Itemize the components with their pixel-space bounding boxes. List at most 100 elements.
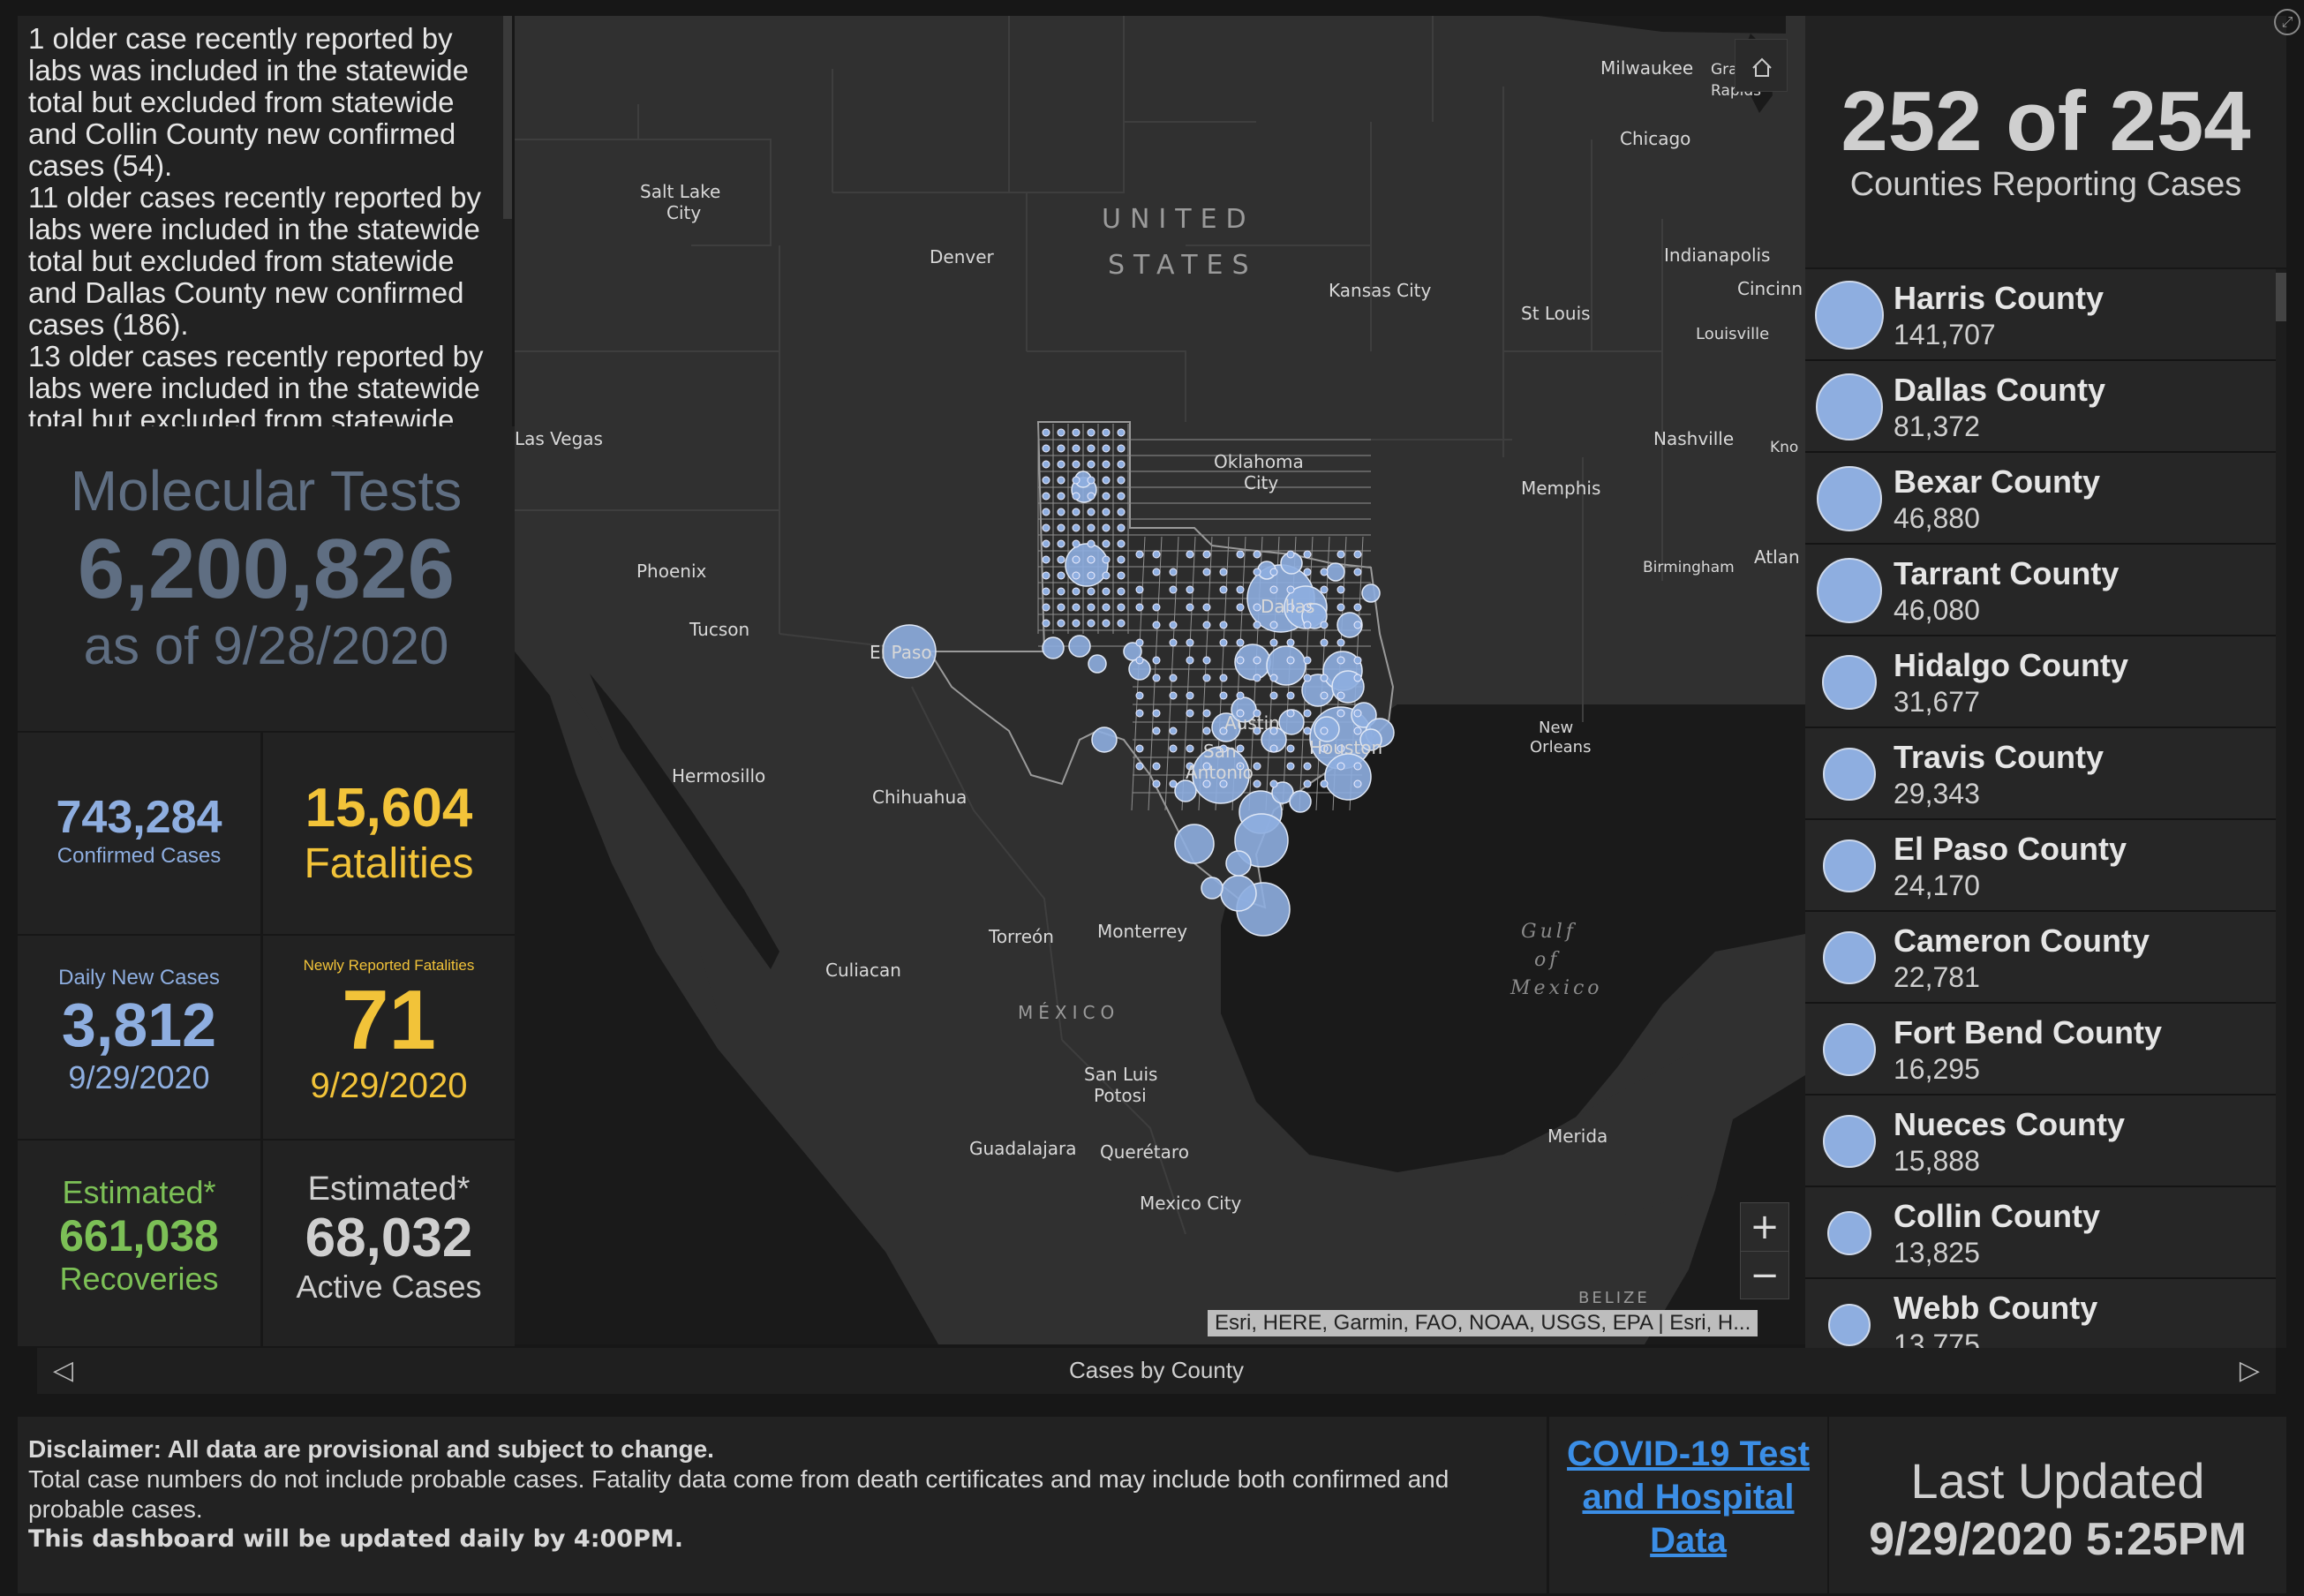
tab-cases-by-county[interactable]: Cases by County [37,1357,2276,1384]
county-case-dot [1236,638,1245,647]
county-case-dot [1186,585,1194,594]
county-case-dot [1353,656,1362,665]
county-case-dot [1169,568,1178,576]
county-case-dot [1042,492,1050,501]
cases-map[interactable]: Milwaukee Gra Rapids Chicago Salt Lake C… [515,16,1805,1344]
county-case-dot [1087,539,1096,548]
county-case-dot [1186,603,1194,612]
county-row[interactable]: Travis County 29,343 [1805,728,2286,820]
county-case-bubble [1201,877,1224,900]
county-case-dot [1072,444,1080,453]
county-case-dot [1102,603,1111,612]
county-case-dot [1169,726,1178,735]
county-row[interactable]: Harris County 141,707 [1805,269,2286,361]
county-case-dot [1202,726,1211,735]
molecular-tests-date: as of 9/28/2020 [83,616,449,675]
county-case-dot [1219,691,1228,700]
disclaimer-lead-rest: : All data are provisional and subject t… [153,1435,714,1463]
disclaimer-lead: Disclaimer [28,1435,154,1463]
county-case-bubble [1065,543,1109,587]
disclaimer-panel: Disclaimer: All data are provisional and… [18,1417,1547,1593]
county-case-dot [1202,550,1211,559]
county-list-scrollbar[interactable] [2276,269,2286,1348]
county-case-dot [1353,550,1362,559]
country-label-states: STATES [1108,250,1258,281]
zoom-out-button[interactable]: − [1741,1251,1788,1299]
county-case-dot [1320,674,1329,682]
country-label-united: UNITED [1102,204,1255,235]
county-case-dot [1152,726,1161,735]
city-label-monterrey: Monterrey [1097,921,1187,942]
county-case-dot [1072,460,1080,469]
county-case-dot [1219,674,1228,682]
county-case-dot [1286,656,1295,665]
city-label-chicago: Chicago [1620,128,1690,149]
fullscreen-icon[interactable]: ⤢ [2274,9,2300,35]
county-row[interactable]: El Paso County 24,170 [1805,820,2286,912]
map-attribution[interactable]: Esri, HERE, Garmin, FAO, NOAA, USGS, EPA… [1208,1310,1758,1336]
county-row[interactable]: Hidalgo County 31,677 [1805,636,2286,728]
county-row[interactable]: Fort Bend County 16,295 [1805,1004,2286,1095]
fatalities-label: Fatalities [304,840,474,887]
county-case-dot [1117,587,1126,596]
county-case-dot [1336,550,1345,559]
county-case-dot [1169,638,1178,647]
county-case-dot [1320,568,1329,576]
county-cases: 141,707 [1894,319,1996,350]
county-row[interactable]: Nueces County 15,888 [1805,1095,2286,1187]
recoveries-label: Recoveries [59,1261,219,1297]
county-case-dot [1152,568,1161,576]
county-case-dot [1336,656,1345,665]
county-list[interactable]: Harris County 141,707 Dallas County 81,372 B… [1805,269,2286,1348]
county-row[interactable]: Collin County 13,825 [1805,1187,2286,1279]
county-case-dot [1303,568,1312,576]
city-label-queretaro: Querétaro [1100,1141,1189,1163]
county-case-dot [1186,550,1194,559]
county-row[interactable]: Webb County 13,775 [1805,1279,2286,1348]
county-case-dot [1072,508,1080,516]
county-case-dot [1303,656,1312,665]
city-label-atlanta: Atlan [1754,546,1800,568]
county-name: Collin County [1894,1198,2100,1234]
county-case-dot [1057,619,1065,628]
county-case-dot [1102,571,1111,580]
county-case-dot [1057,603,1065,612]
recoveries-panel: Estimated* 661,038 Recoveries [18,1141,260,1346]
city-label-austin: Austin [1224,712,1280,734]
city-label-culiacan: Culiacan [825,960,901,981]
city-label-grand-rapids-1: Gra [1711,61,1738,79]
county-case-dot [1336,762,1345,771]
county-cases: 16,295 [1894,1053,1980,1085]
county-case-dot [1253,674,1261,682]
county-case-bubble [1289,790,1312,813]
disclaimer-line-3: This dashboard will be updated daily by … [28,1525,683,1553]
county-row[interactable]: Tarrant County 46,080 [1805,545,2286,636]
zoom-in-button[interactable]: + [1741,1203,1788,1251]
next-tab-icon[interactable]: ▷ [2240,1355,2260,1386]
county-case-dot [1169,691,1178,700]
county-case-dot [1087,555,1096,564]
home-button[interactable] [1735,39,1788,92]
county-case-dot [1169,779,1178,788]
county-case-dot [1057,460,1065,469]
county-case-dot [1253,603,1261,612]
county-row[interactable]: Dallas County 81,372 [1805,361,2286,453]
county-case-dot [1269,621,1278,629]
county-case-dot [1236,585,1245,594]
notes-scrollbar[interactable] [503,16,512,219]
county-case-dot [1236,744,1245,753]
city-label-phoenix: Phoenix [636,561,707,582]
county-case-dot [1253,656,1261,665]
county-case-dot [1042,555,1050,564]
county-row[interactable]: Cameron County 22,781 [1805,912,2286,1004]
map-canvas[interactable]: Milwaukee Gra Rapids Chicago Salt Lake C… [515,16,1805,1344]
covid-test-hospital-link[interactable]: COVID-19 Test and Hospital Data [1549,1433,1827,1562]
county-case-dot [1057,571,1065,580]
notes-panel[interactable]: 1 older case recently reported by labs w… [18,16,512,426]
county-case-dot [1286,638,1295,647]
county-row[interactable]: Bexar County 46,880 [1805,453,2286,545]
county-name: Bexar County [1894,463,2101,500]
county-case-dot [1087,492,1096,501]
county-case-dot [1253,621,1261,629]
county-case-dot [1353,709,1362,718]
